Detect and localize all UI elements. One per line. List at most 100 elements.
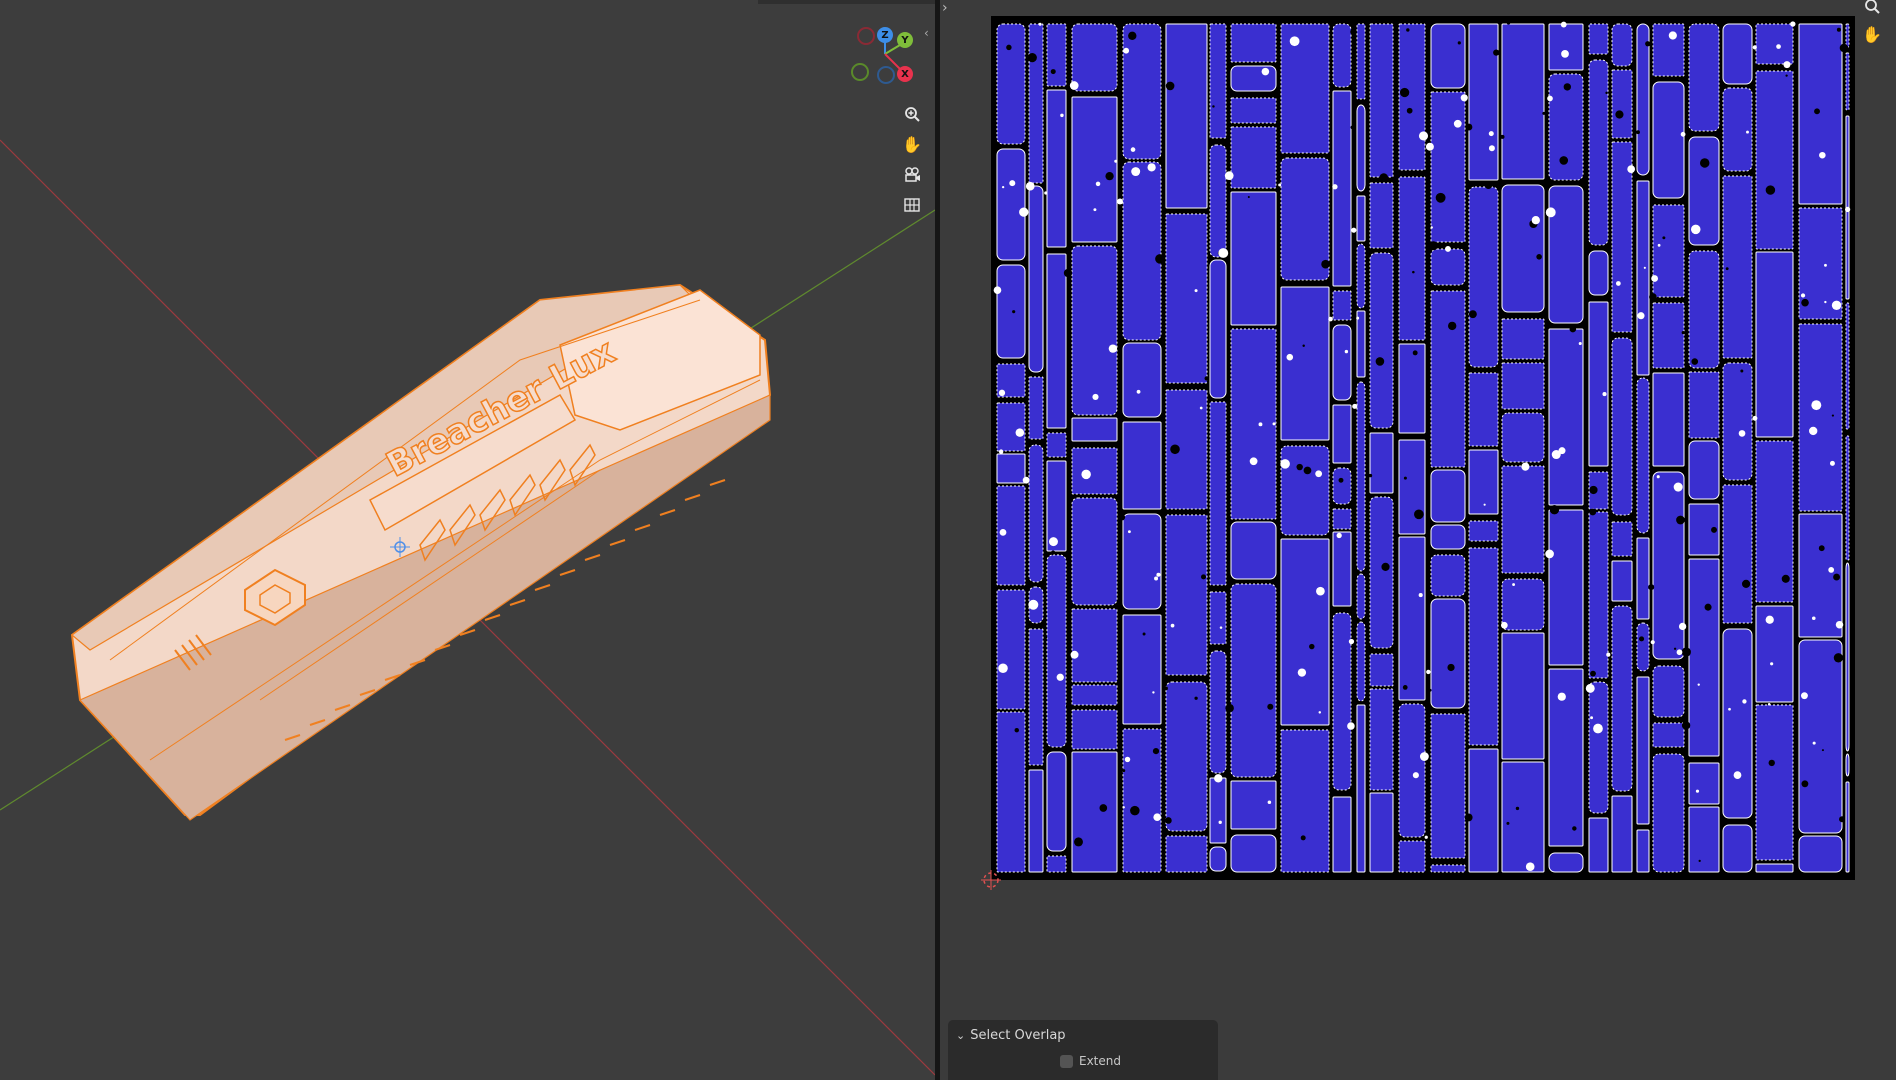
sidebar-toggle-icon[interactable]: ‹ (924, 26, 929, 40)
gizmo-neg-z-axis[interactable] (877, 66, 895, 84)
uv-island[interactable] (1688, 558, 1720, 757)
uv-island[interactable] (1548, 509, 1584, 666)
uv-island[interactable] (1755, 704, 1794, 861)
uv-island[interactable] (1071, 417, 1118, 442)
uv-island[interactable] (1430, 23, 1466, 89)
uv-island[interactable] (1071, 96, 1118, 243)
uv-island[interactable] (1332, 531, 1352, 607)
uv-island[interactable] (1071, 23, 1118, 92)
uv-island[interactable] (1501, 23, 1545, 180)
uv-island[interactable] (1722, 87, 1753, 172)
uv-island[interactable] (1501, 465, 1545, 574)
uv-island[interactable] (996, 264, 1026, 359)
uv-island[interactable] (1280, 286, 1330, 441)
uv-island[interactable] (1798, 23, 1843, 205)
uv-island[interactable] (1688, 762, 1720, 805)
uv-island[interactable] (1548, 23, 1584, 71)
uv-island[interactable] (1430, 713, 1466, 859)
uv-island[interactable] (1398, 840, 1426, 873)
uv-island[interactable] (1722, 628, 1753, 819)
uv-island[interactable] (1028, 376, 1044, 440)
grid-icon[interactable] (898, 190, 926, 218)
uv-island[interactable] (1071, 497, 1118, 606)
uv-island[interactable] (1636, 180, 1650, 376)
uv-island[interactable] (1209, 591, 1227, 645)
uv-island[interactable] (1652, 372, 1685, 467)
uv-island[interactable] (1230, 65, 1277, 92)
uv-island[interactable] (1548, 668, 1584, 847)
uv-island[interactable] (1046, 432, 1067, 458)
uv-island[interactable] (1332, 508, 1352, 530)
uv-island[interactable] (1501, 761, 1545, 873)
uv-island[interactable] (1430, 91, 1466, 243)
uv-island[interactable] (1028, 444, 1044, 583)
uv-island[interactable] (1028, 769, 1044, 873)
uv-island[interactable] (1165, 23, 1208, 209)
uv-island[interactable] (1501, 412, 1545, 463)
uv-island[interactable] (1652, 204, 1685, 298)
uv-island[interactable] (1209, 846, 1227, 872)
uv-island[interactable] (1652, 302, 1685, 369)
uv-island[interactable] (1369, 252, 1394, 429)
uv-island[interactable] (1845, 52, 1850, 111)
uv-editor[interactable]: › ✋ (940, 0, 1896, 1080)
uv-island[interactable] (1755, 863, 1794, 873)
uv-island[interactable] (1332, 612, 1352, 791)
uv-island[interactable] (1430, 864, 1466, 873)
uv-island[interactable] (1845, 753, 1850, 777)
uv-island[interactable] (1798, 639, 1843, 834)
uv-island[interactable] (1652, 753, 1685, 873)
uv-island[interactable] (1501, 578, 1545, 631)
uv-island[interactable] (1430, 469, 1466, 523)
uv-island[interactable] (1722, 23, 1753, 85)
uv-island[interactable] (1548, 328, 1584, 506)
uv-island[interactable] (1398, 343, 1426, 434)
2d-cursor[interactable] (979, 868, 1003, 892)
uv-island[interactable] (996, 148, 1026, 261)
uv-island[interactable] (1611, 560, 1633, 602)
gizmo-x-axis[interactable]: X (897, 66, 913, 82)
uv-island[interactable] (1356, 573, 1366, 620)
uv-island[interactable] (1165, 681, 1208, 832)
uv-island[interactable] (1122, 23, 1162, 160)
uv-island[interactable] (1332, 404, 1352, 464)
uv-island[interactable] (1845, 23, 1850, 48)
uv-island[interactable] (1369, 496, 1394, 649)
uv-island[interactable] (1398, 176, 1426, 341)
uv-island[interactable] (1611, 337, 1633, 516)
uv-canvas[interactable] (991, 16, 1855, 880)
uv-island[interactable] (1430, 524, 1466, 550)
uv-island[interactable] (1468, 372, 1499, 447)
uv-island[interactable] (1611, 521, 1633, 557)
uv-island[interactable] (1688, 806, 1720, 873)
uv-island[interactable] (1356, 243, 1366, 309)
uv-island[interactable] (1548, 852, 1584, 873)
uv-island[interactable] (1332, 23, 1352, 88)
uv-island[interactable] (996, 23, 1026, 145)
uv-island[interactable] (1046, 23, 1067, 87)
uv-island[interactable] (1652, 23, 1685, 77)
uv-island[interactable] (1369, 23, 1394, 178)
uv-island[interactable] (1046, 89, 1067, 248)
uv-island[interactable] (1636, 537, 1650, 620)
uv-island[interactable] (1356, 23, 1366, 100)
uv-island[interactable] (1071, 608, 1118, 683)
uv-island[interactable] (1230, 834, 1277, 873)
uv-island[interactable] (996, 402, 1026, 452)
gizmo-neg-x-axis[interactable] (857, 27, 875, 45)
uv-island[interactable] (1230, 126, 1277, 189)
uv-island[interactable] (1046, 855, 1067, 873)
uv-island[interactable] (1071, 751, 1118, 873)
uv-island[interactable] (1845, 781, 1850, 873)
uv-island[interactable] (1845, 562, 1850, 752)
uv-island[interactable] (1028, 628, 1044, 766)
gizmo-y-axis[interactable]: Y (897, 32, 913, 48)
uv-island[interactable] (1046, 751, 1067, 852)
uv-island[interactable] (1122, 614, 1162, 725)
uv-island[interactable] (1722, 362, 1753, 481)
extend-checkbox[interactable] (1060, 1054, 1073, 1068)
3d-viewport[interactable]: Breacher Lux Z Y X ✋ ‹ (0, 0, 935, 1080)
uv-island[interactable] (1209, 23, 1227, 139)
pan-hand-icon[interactable]: ✋ (898, 130, 926, 158)
uv-island[interactable] (1209, 144, 1227, 258)
